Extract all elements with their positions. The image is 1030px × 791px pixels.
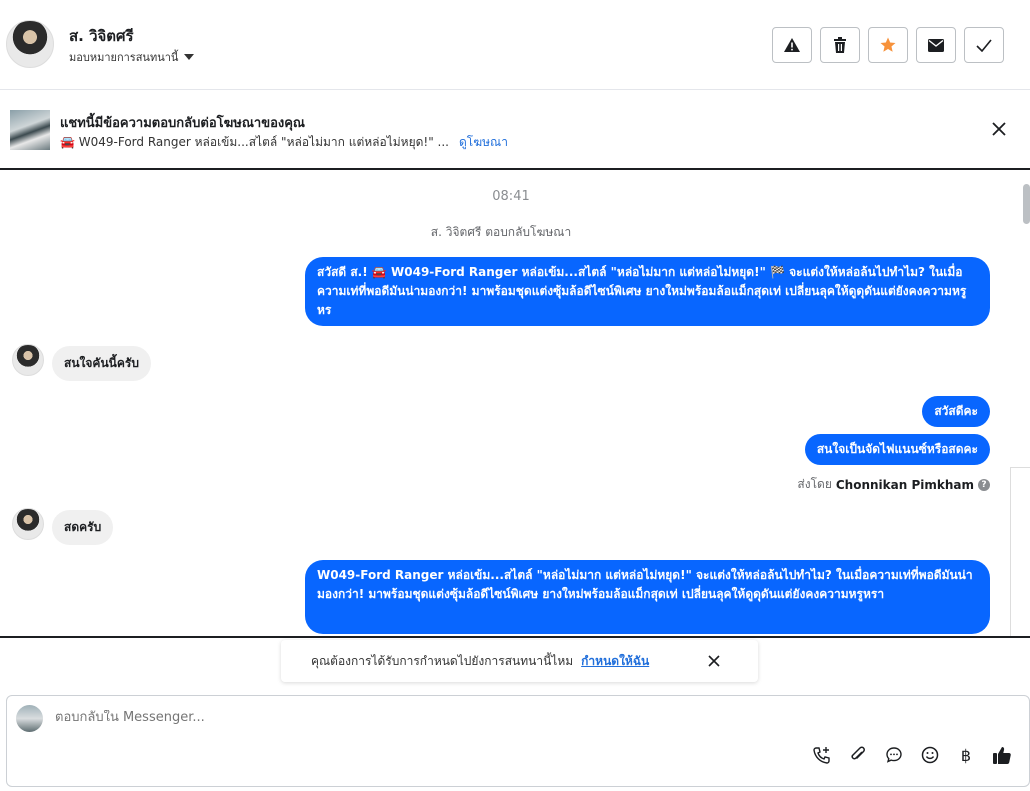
view-ad-link[interactable]: ดูโฆษณา bbox=[459, 133, 508, 152]
ad-summary-line: 🚘 W049-Ford Ranger หล่อเข้ม...สไตล์ "หล่… bbox=[60, 133, 508, 152]
scrollbar[interactable] bbox=[1022, 172, 1030, 636]
message-thread[interactable]: 08:41 ส. วิจิตศรี ตอบกลับโฆษณา สวัสดี ส.… bbox=[0, 172, 1030, 638]
chat-bubble-icon bbox=[886, 747, 902, 763]
help-icon[interactable]: ? bbox=[978, 478, 990, 491]
system-message: ส. วิจิตศรี ตอบกลับโฆษณา bbox=[430, 225, 572, 239]
assign-dropdown[interactable]: มอบหมายการสนทนานี้ bbox=[69, 48, 195, 66]
contact-avatar[interactable] bbox=[6, 20, 54, 68]
assign-reminder: คุณต้องการได้รับการกำหนดไปยังการสนทนานี้… bbox=[281, 640, 758, 682]
close-icon[interactable] bbox=[706, 653, 722, 669]
outgoing-message[interactable]: W049-Ford Ranger หล่อเข้ม...สไตล์ "หล่อไ… bbox=[305, 560, 990, 634]
envelope-icon bbox=[928, 38, 944, 52]
ad-thumbnail[interactable] bbox=[10, 110, 50, 150]
assign-to-me-link[interactable]: กำหนดให้ฉัน bbox=[581, 652, 649, 671]
phone-plus-icon bbox=[813, 747, 830, 764]
outgoing-message[interactable]: สวัสดีคะ bbox=[922, 396, 990, 427]
reply-input[interactable] bbox=[55, 710, 755, 725]
warning-icon bbox=[784, 38, 800, 52]
timestamp: 08:41 bbox=[492, 189, 530, 204]
mark-unread-button[interactable] bbox=[916, 27, 956, 63]
sent-by-label: ส่งโดย Chonnikan Pimkham ? bbox=[797, 475, 990, 494]
incoming-message[interactable]: สนใจคันนี้ครับ bbox=[52, 346, 151, 381]
star-icon bbox=[880, 37, 896, 52]
delete-button[interactable] bbox=[820, 27, 860, 63]
outgoing-message[interactable]: สนใจเป็นจัดไฟแนนซ์หรือสดคะ bbox=[804, 434, 990, 465]
baht-icon: ฿ bbox=[960, 745, 972, 765]
ad-summary: 🚘 W049-Ford Ranger หล่อเข้ม...สไตล์ "หล่… bbox=[60, 135, 449, 149]
assign-reminder-text: คุณต้องการได้รับการกำหนดไปยังการสนทนานี้… bbox=[311, 653, 574, 668]
ad-reply-banner: แชทนี้มีข้อความตอบกลับต่อโฆษณาของคุณ 🚘 W… bbox=[0, 90, 1030, 170]
incoming-message[interactable]: สดครับ bbox=[52, 510, 114, 545]
like-button[interactable] bbox=[991, 744, 1013, 766]
outgoing-message[interactable]: สวัสดี ส.! 🚘 W049-Ford Ranger หล่อเข้ม..… bbox=[305, 257, 990, 326]
conversation-header: ส. วิจิตศรี มอบหมายการสนทนานี้ bbox=[0, 0, 1030, 90]
chevron-down-icon bbox=[184, 54, 195, 60]
scrollbar-thumb[interactable] bbox=[1023, 184, 1030, 224]
smiley-icon bbox=[921, 746, 939, 764]
close-icon[interactable] bbox=[990, 120, 1008, 138]
message-composer: ฿ bbox=[6, 695, 1030, 787]
ad-banner-title: แชทนี้มีข้อความตอบกลับต่อโฆษณาของคุณ bbox=[60, 116, 305, 131]
page-avatar bbox=[16, 705, 43, 732]
attach-button[interactable] bbox=[847, 744, 869, 766]
contact-avatar-small[interactable] bbox=[12, 508, 44, 540]
sent-by-prefix: ส่งโดย bbox=[797, 477, 832, 491]
call-button[interactable] bbox=[811, 744, 833, 766]
emoji-button[interactable] bbox=[919, 744, 941, 766]
thumbs-up-icon bbox=[993, 747, 1011, 764]
star-button[interactable] bbox=[868, 27, 908, 63]
assign-label: มอบหมายการสนทนานี้ bbox=[69, 51, 179, 64]
sender-name: Chonnikan Pimkham bbox=[835, 477, 974, 492]
checkmark-icon bbox=[976, 38, 992, 52]
payment-button[interactable]: ฿ bbox=[955, 744, 977, 766]
saved-replies-button[interactable] bbox=[883, 744, 905, 766]
trash-icon bbox=[834, 37, 846, 53]
contact-avatar-small[interactable] bbox=[12, 344, 44, 376]
done-button[interactable] bbox=[964, 27, 1004, 63]
report-button[interactable] bbox=[772, 27, 812, 63]
paperclip-icon bbox=[851, 746, 865, 760]
contact-name[interactable]: ส. วิจิตศรี bbox=[69, 24, 134, 48]
